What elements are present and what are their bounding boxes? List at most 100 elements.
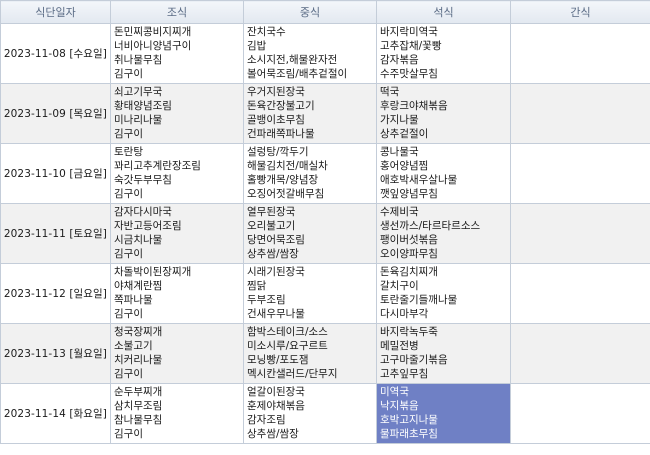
menu-item: 애호박새우살나물 (380, 174, 458, 186)
menu-item: 생선까스/타르타르소스 (380, 220, 481, 232)
menu-item: 감자다시마국 (114, 206, 172, 218)
menu-item: 미소시루/요구르트 (247, 340, 328, 352)
menu-item: 호박고지나물 (380, 414, 438, 426)
menu-item: 쪽파나물 (114, 294, 153, 306)
table-row[interactable]: 2023-11-08 [수요일] 돈민찌콩비지찌개너비아니양념구이취나물무침김구… (0, 23, 650, 84)
menu-item: 함박스테이크/소스 (247, 326, 328, 338)
date-cell[interactable]: 2023-11-08 [수요일] (0, 23, 111, 84)
menu-item: 깻잎양념무침 (380, 188, 438, 200)
dinner-cell[interactable]: 떡국 후랑크야채볶음 가지나물 상추겉절이 (376, 83, 511, 144)
menu-item: 볼어묵조림/배추겉절이 (247, 68, 348, 80)
dinner-cell[interactable]: 바지락녹두죽 메밀전병 고구마줄기볶음 고추잎무침 (376, 323, 511, 384)
date-cell[interactable]: 2023-11-12 [일요일] (0, 263, 111, 324)
menu-item: 훈제야채볶음 (247, 400, 305, 412)
breakfast-cell[interactable]: 감자다시마국 자반고등어조림 시금치나물 김구이 (110, 203, 244, 264)
menu-item: 오리불고기 (247, 220, 296, 232)
table-row[interactable]: 2023-11-12 [일요일] 차돌박이된장찌개 야채계란찜 쪽파나물 김구이 시래… (0, 263, 650, 324)
breakfast-cell[interactable]: 차돌박이된장찌개 야채계란찜 쪽파나물 김구이 (110, 263, 244, 324)
menu-item: 바지락녹두죽 (380, 326, 438, 338)
menu-item: 순두부찌개 (114, 386, 163, 398)
table-row[interactable]: 2023-11-13 [월요일] 청국장찌개 소불고기 치커리나물 김구이 함박스테이… (0, 323, 650, 384)
menu-item: 갈치구이 (380, 280, 419, 292)
menu-item: 당면어묵조림 (247, 234, 305, 246)
menu-item: 돈민찌콩비지찌개 (114, 26, 192, 38)
menu-item: 바지락미역국 (380, 26, 438, 38)
menu-item: 열무된장국 (247, 206, 296, 218)
breakfast-cell[interactable]: 쇠고기무국 황태양념조림 미나리나물 김구이 (110, 83, 244, 144)
menu-item: 김구이 (114, 128, 143, 140)
menu-item: 취나물무침 (114, 54, 163, 66)
menu-item: 김구이 (114, 428, 143, 440)
column-header-date[interactable]: 식단일자 (0, 0, 111, 24)
lunch-cell[interactable]: 잔치국수 김밥 소시지전,해물완자전 볼어묵조림/배추겉절이 (243, 23, 377, 84)
dinner-cell[interactable]: 콩나물국 홍어양념찜 애호박새우살나물 깻잎양념무침 (376, 143, 511, 204)
menu-item: 두부조림 (247, 294, 286, 306)
menu-item: 오징어젓갈배무침 (247, 188, 325, 200)
breakfast-cell[interactable]: 돈민찌콩비지찌개너비아니양념구이취나물무침김구이 (110, 23, 244, 84)
column-header-dinner[interactable]: 석식 (376, 0, 511, 24)
menu-item: 얼갈이된장국 (247, 386, 305, 398)
menu-item: 감자볶음 (380, 54, 419, 66)
menu-item: 떡국 (380, 86, 400, 98)
menu-item: 가지나물 (380, 114, 419, 126)
menu-item: 콩나물국 (380, 146, 419, 158)
snack-cell[interactable] (510, 383, 650, 444)
snack-cell[interactable] (510, 203, 650, 264)
date-cell[interactable]: 2023-11-13 [월요일] (0, 323, 111, 384)
dinner-cell-selected[interactable]: 미역국 낙지볶음 호박고지나물 물파래초무침 (376, 383, 511, 444)
lunch-cell[interactable]: 열무된장국 오리불고기 당면어묵조림 상추쌈/쌈장 (243, 203, 377, 264)
menu-item: 상추겉절이 (380, 128, 429, 140)
menu-item: 김구이 (114, 248, 143, 260)
menu-item: 치커리나물 (114, 354, 163, 366)
table-row[interactable]: 2023-11-14 [화요일] 순두부찌개 삼치무조림 참나물무침 김구이 얼갈이된… (0, 383, 650, 444)
dinner-cell[interactable]: 바지락미역국 고추잡채/꽃빵 감자볶음 수주맛살무침 (376, 23, 511, 84)
breakfast-cell[interactable]: 청국장찌개 소불고기 치커리나물 김구이 (110, 323, 244, 384)
date-cell[interactable]: 2023-11-10 [금요일] (0, 143, 111, 204)
menu-item: 낙지볶음 (380, 400, 419, 412)
dinner-cell[interactable]: 수제비국 생선까스/타르타르소스 팽이버섯볶음 오이양파무침 (376, 203, 511, 264)
snack-cell[interactable] (510, 323, 650, 384)
menu-item: 소시지전,해물완자전 (247, 54, 338, 66)
menu-item: 수주맛살무침 (380, 68, 438, 80)
column-header-snack[interactable]: 간식 (510, 0, 650, 24)
snack-cell[interactable] (510, 83, 650, 144)
date-cell[interactable]: 2023-11-11 [토요일] (0, 203, 111, 264)
menu-item: 수제비국 (380, 206, 419, 218)
menu-item: 너비아니양념구이 (114, 40, 192, 52)
dinner-cell[interactable]: 돈육김치찌개 갈치구이 토란줄기들깨나물 다시마부각 (376, 263, 511, 324)
table-row[interactable]: 2023-11-10 [금요일] 토란탕 꽈리고추계란장조림 숙갓두부무침 김구이 설… (0, 143, 650, 204)
menu-item: 토란줄기들깨나물 (380, 294, 458, 306)
menu-item: 우거지된장국 (247, 86, 305, 98)
header-row: 식단일자 조식 중식 석식 간식 (0, 0, 650, 24)
breakfast-cell[interactable]: 토란탕 꽈리고추계란장조림 숙갓두부무침 김구이 (110, 143, 244, 204)
menu-item: 숙갓두부무침 (114, 174, 172, 186)
table-row[interactable]: 2023-11-09 [목요일] 쇠고기무국 황태양념조림 미나리나물 김구이 우거지… (0, 83, 650, 144)
menu-item: 돈육간장불고기 (247, 100, 315, 112)
menu-item: 모닝빵/포도잼 (247, 354, 309, 366)
snack-cell[interactable] (510, 23, 650, 84)
date-cell[interactable]: 2023-11-09 [목요일] (0, 83, 111, 144)
breakfast-cell[interactable]: 순두부찌개 삼치무조림 참나물무침 김구이 (110, 383, 244, 444)
menu-item: 김구이 (114, 188, 143, 200)
menu-item: 건새우무나물 (247, 308, 305, 320)
column-header-breakfast[interactable]: 조식 (110, 0, 244, 24)
menu-item: 차돌박이된장찌개 (114, 266, 192, 278)
menu-item: 고구마줄기볶음 (380, 354, 448, 366)
column-header-lunch[interactable]: 중식 (243, 0, 377, 24)
table-row[interactable]: 2023-11-11 [토요일] 감자다시마국 자반고등어조림 시금치나물 김구이 열… (0, 203, 650, 264)
menu-item: 상추쌈/쌈장 (247, 428, 299, 440)
menu-item: 홀빵개목/양념장 (247, 174, 319, 186)
lunch-cell[interactable]: 시래기된장국 찜닭 두부조림 건새우무나물 (243, 263, 377, 324)
menu-item: 고추잎무침 (380, 368, 429, 380)
lunch-cell[interactable]: 우거지된장국 돈육간장불고기 골뱅이초무침 건파래쪽파나물 (243, 83, 377, 144)
menu-item: 김구이 (114, 308, 143, 320)
snack-cell[interactable] (510, 143, 650, 204)
lunch-cell[interactable]: 함박스테이크/소스 미소시루/요구르트 모닝빵/포도잼 멕시칸샐러드/단무지 (243, 323, 377, 384)
lunch-cell[interactable]: 얼갈이된장국 훈제야채볶음 감자조림 상추쌈/쌈장 (243, 383, 377, 444)
lunch-cell[interactable]: 설렁탕/깍두기 해물김치전/매실차 홀빵개목/양념장 오징어젓갈배무침 (243, 143, 377, 204)
menu-item: 토란탕 (114, 146, 143, 158)
menu-item: 김구이 (114, 68, 143, 80)
date-cell[interactable]: 2023-11-14 [화요일] (0, 383, 111, 444)
snack-cell[interactable] (510, 263, 650, 324)
menu-item: 설렁탕/깍두기 (247, 146, 309, 158)
